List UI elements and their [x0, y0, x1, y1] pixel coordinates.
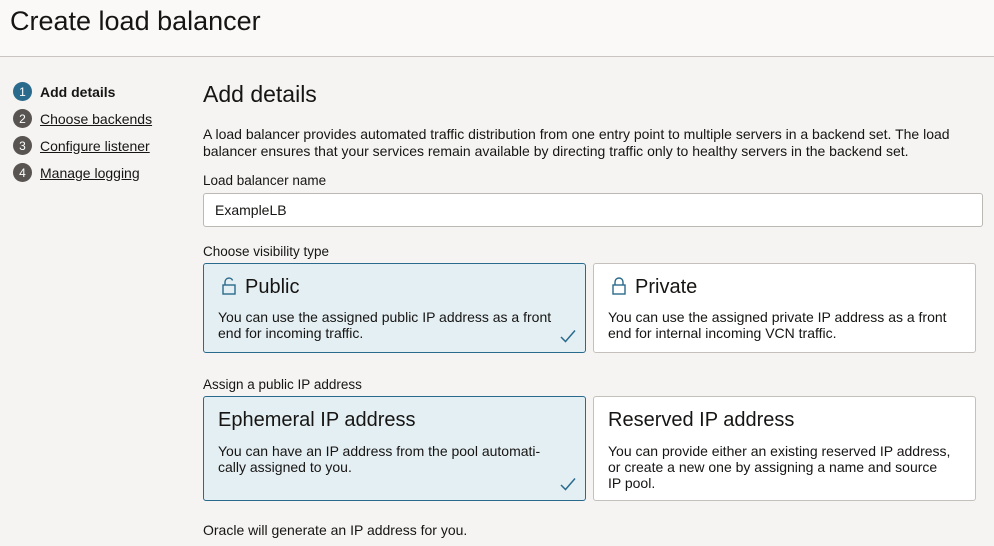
load-balancer-name-input[interactable] — [203, 193, 983, 227]
ip-ephemeral-card[interactable]: Ephemeral IP address You can have an IP … — [203, 396, 586, 501]
card-description: You can provide either an existing reser… — [608, 443, 951, 491]
step-number: 1 — [13, 82, 32, 101]
visibility-public-card[interactable]: Public You can use the assigned public I… — [203, 263, 586, 353]
wizard-steps: 1 Add details 2 Choose backends 3 Config… — [13, 78, 152, 186]
step-label[interactable]: Configure listener — [40, 138, 150, 154]
step-choose-backends[interactable]: 2 Choose backends — [13, 105, 152, 132]
step-label[interactable]: Manage logging — [40, 165, 140, 181]
page-title: Create load balancer — [10, 6, 261, 36]
section-description: A load balancer provides automated traff… — [203, 126, 950, 159]
card-title: Reserved IP address — [608, 409, 795, 431]
lock-icon — [612, 277, 626, 295]
visibility-label: Choose visibility type — [203, 244, 330, 259]
ip-reserved-card[interactable]: Reserved IP address You can provide eith… — [593, 396, 976, 501]
unlock-icon — [222, 277, 236, 295]
step-number: 4 — [13, 163, 32, 182]
card-title: Public — [245, 276, 300, 298]
section-title: Add details — [203, 81, 317, 107]
step-manage-logging[interactable]: 4 Manage logging — [13, 159, 152, 186]
step-number: 2 — [13, 109, 32, 128]
visibility-private-card[interactable]: Private You can use the assigned private… — [593, 263, 976, 353]
step-label[interactable]: Choose backends — [40, 111, 152, 127]
card-description: You can use the assigned private IP addr… — [608, 309, 947, 341]
name-label: Load balancer name — [203, 173, 327, 188]
step-configure-listener[interactable]: 3 Configure listener — [13, 132, 152, 159]
ip-label: Assign a public IP address — [203, 377, 362, 392]
step-add-details[interactable]: 1 Add details — [13, 78, 152, 105]
step-label: Add details — [40, 83, 116, 100]
page-header: Create load balancer — [0, 0, 994, 57]
ip-note: Oracle will generate an IP address for y… — [203, 522, 468, 538]
step-number: 3 — [13, 136, 32, 155]
card-title: Ephemeral IP address — [218, 409, 416, 431]
card-description: You can use the assigned public IP addre… — [218, 309, 552, 341]
card-title: Private — [635, 276, 698, 298]
card-description: You can have an IP address from the pool… — [218, 443, 541, 475]
check-icon — [560, 330, 576, 343]
check-icon — [560, 478, 576, 491]
